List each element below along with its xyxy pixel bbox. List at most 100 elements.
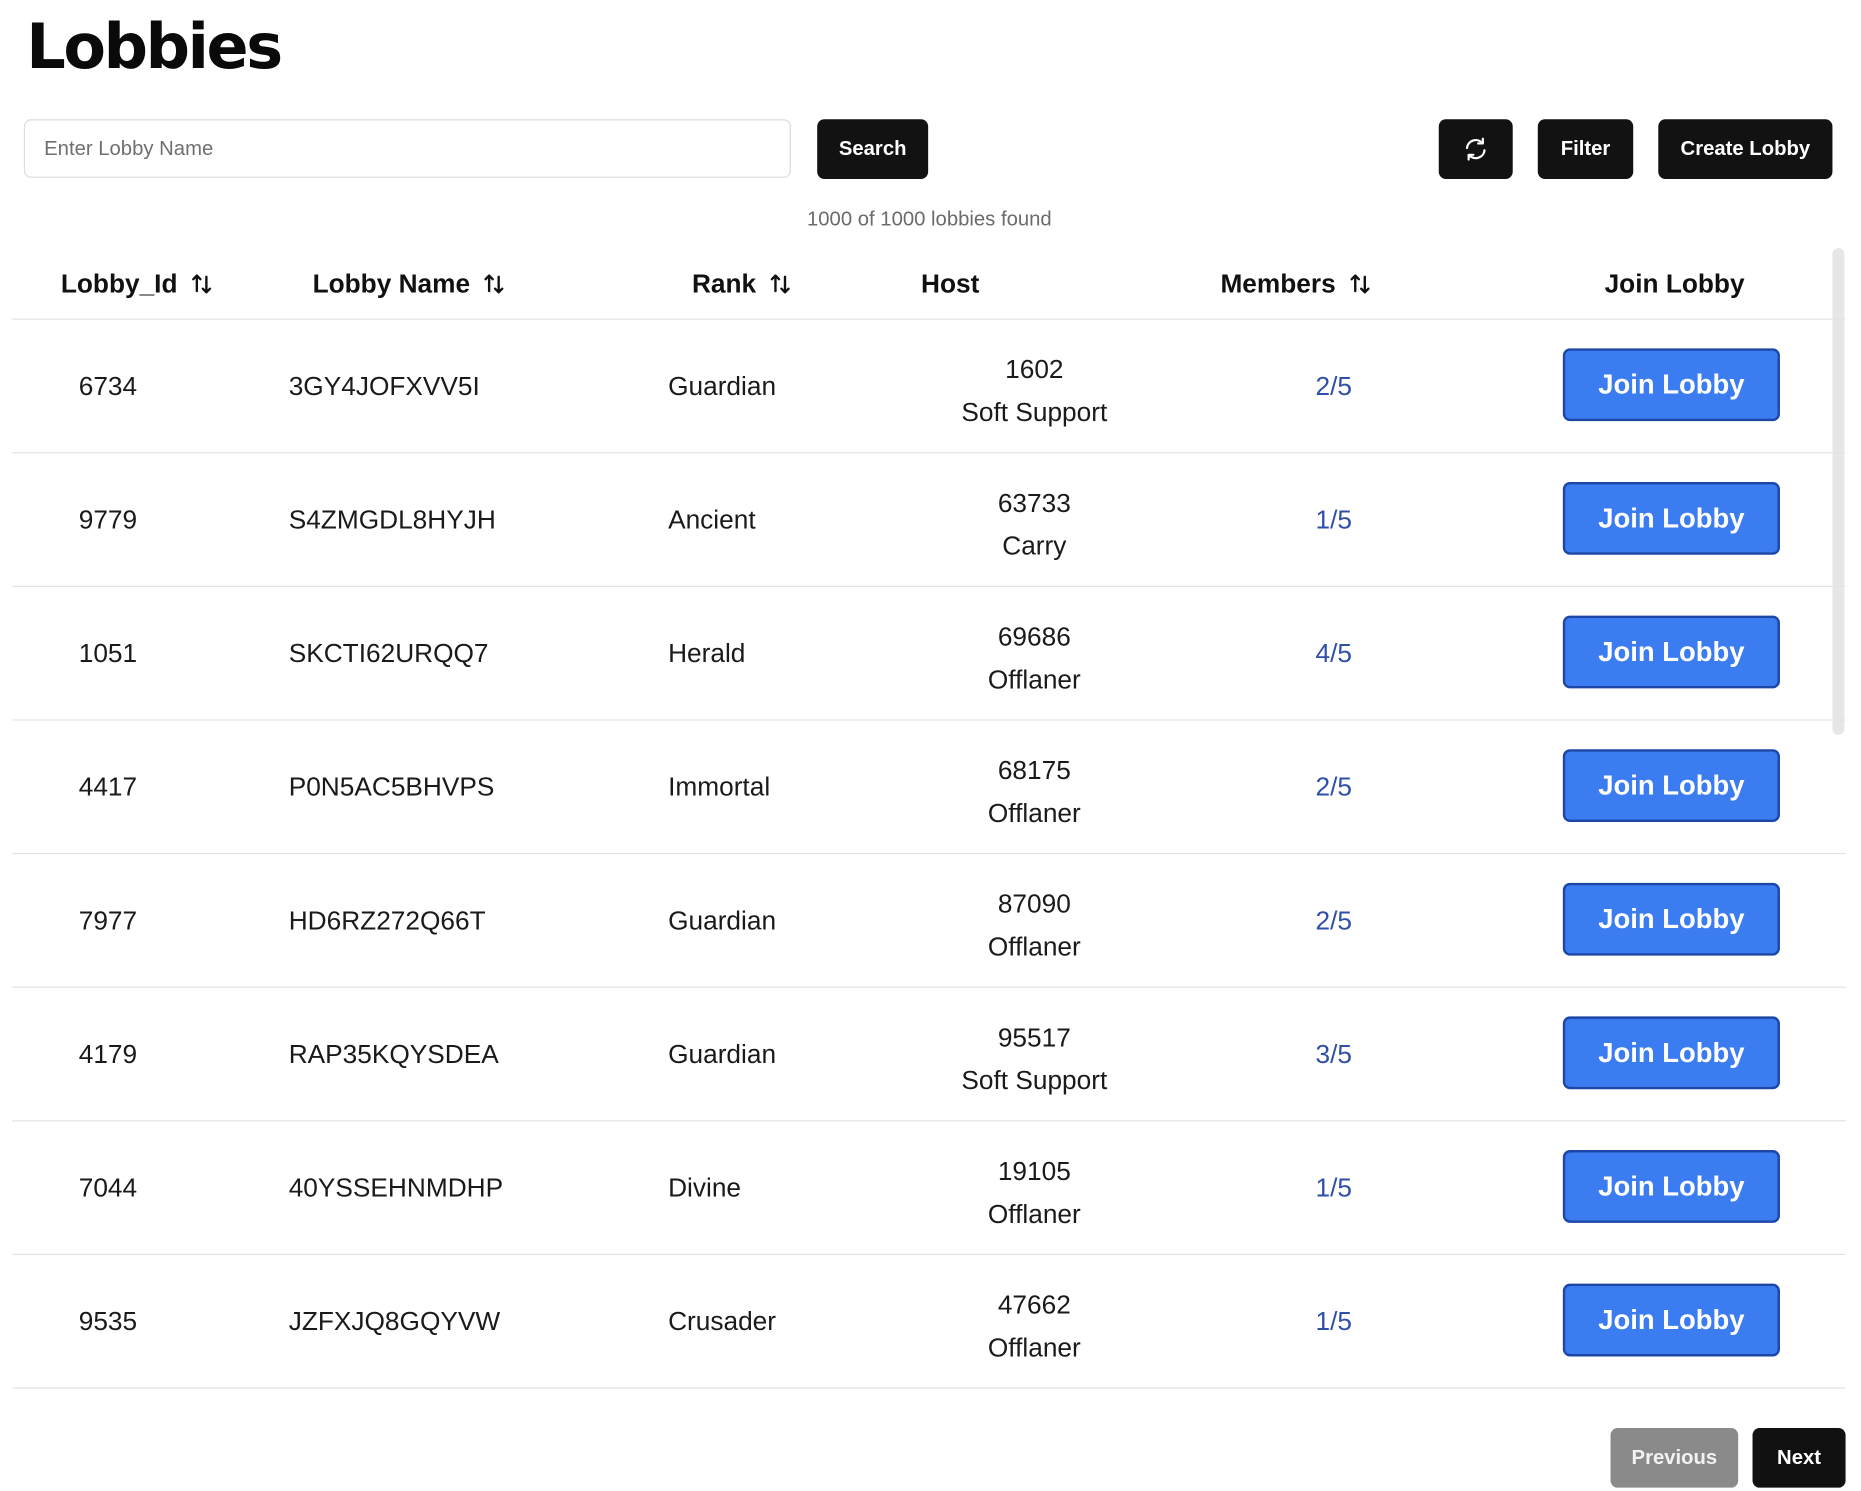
host-role: Carry — [1002, 530, 1067, 561]
lobby-members: 2/5 — [1315, 371, 1353, 401]
host-id: 68175 — [997, 755, 1071, 785]
lobby-id: 9535 — [78, 1306, 138, 1337]
search-button[interactable]: Search — [817, 119, 929, 179]
table-header: Lobby_Id Lobby Name Rank Host Members Jo… — [11, 248, 1846, 320]
host-id: 19105 — [997, 1156, 1071, 1186]
lobby-rank: Guardian — [668, 371, 777, 401]
next-page-button[interactable]: Next — [1752, 1428, 1846, 1488]
join-lobby-button[interactable]: Join Lobby — [1562, 1283, 1780, 1357]
lobby-members: 2/5 — [1315, 905, 1353, 936]
lobby-id: 1051 — [78, 638, 138, 669]
lobbies-table: Lobby_Id Lobby Name Rank Host Members Jo… — [11, 248, 1846, 1389]
join-lobby-button[interactable]: Join Lobby — [1562, 1150, 1780, 1223]
table-row: 6734 3GY4JOFXVV5I Guardian 1602 Soft Sup… — [11, 320, 1846, 454]
lobby-id: 7977 — [78, 905, 138, 936]
lobby-host: 1602 Soft Support — [915, 348, 1154, 434]
filter-button[interactable]: Filter — [1537, 119, 1634, 179]
table-row: 9535 JZFXJQ8GQYVW Crusader 47662 Offlane… — [11, 1255, 1846, 1389]
lobby-host: 63733 Carry — [915, 482, 1154, 568]
lobby-host: 19105 Offlaner — [915, 1150, 1154, 1236]
host-role: Soft Support — [961, 397, 1108, 428]
lobby-host: 47662 Offlaner — [915, 1284, 1154, 1370]
host-id: 87090 — [997, 888, 1071, 919]
lobby-id: 6734 — [78, 371, 138, 401]
table-row: 7044 40YSSEHNMDHP Divine 19105 Offlaner … — [11, 1121, 1846, 1256]
lobby-members: 3/5 — [1315, 1039, 1353, 1069]
lobby-rank: Ancient — [668, 504, 756, 535]
host-role: Offlaner — [987, 798, 1081, 828]
lobby-name: HD6RZ272Q66T — [288, 905, 486, 936]
lobby-rank: Immortal — [668, 771, 771, 802]
host-role: Offlaner — [987, 1198, 1081, 1229]
page-title: Lobbies — [26, 11, 283, 84]
lobbies-page: Lobbies Search Filter Create Lobby 1000 … — [0, 0, 1861, 1488]
sort-arrows-icon[interactable] — [768, 272, 792, 296]
join-lobby-button[interactable]: Join Lobby — [1562, 749, 1780, 822]
lobby-id: 4179 — [78, 1039, 138, 1069]
previous-page-button[interactable]: Previous — [1610, 1428, 1739, 1488]
join-lobby-button[interactable]: Join Lobby — [1562, 882, 1780, 956]
lobby-name: 40YSSEHNMDHP — [288, 1172, 504, 1203]
join-lobby-button[interactable]: Join Lobby — [1562, 348, 1780, 422]
column-header-label: Host — [920, 268, 980, 299]
lobby-rank: Crusader — [668, 1306, 777, 1337]
lobby-members: 2/5 — [1315, 771, 1353, 802]
table-row: 9779 S4ZMGDL8HYJH Ancient 63733 Carry 1/… — [11, 453, 1846, 587]
table-row: 1051 SKCTI62URQQ7 Herald 69686 Offlaner … — [11, 587, 1846, 721]
table-row: 7977 HD6RZ272Q66T Guardian 87090 Offlane… — [11, 854, 1846, 988]
column-header-label: Lobby Name — [312, 268, 471, 299]
host-role: Offlaner — [987, 1332, 1081, 1363]
join-lobby-button[interactable]: Join Lobby — [1562, 1016, 1780, 1090]
lobby-name: RAP35KQYSDEA — [288, 1039, 499, 1069]
column-header-rank[interactable]: Rank — [692, 268, 792, 299]
lobby-name: P0N5AC5BHVPS — [288, 771, 495, 802]
host-id: 95517 — [997, 1022, 1071, 1053]
lobby-rank: Guardian — [668, 905, 777, 936]
lobby-id: 9779 — [78, 504, 138, 535]
column-header-host: Host — [921, 268, 979, 299]
lobby-name: 3GY4JOFXVV5I — [288, 371, 480, 401]
lobby-name: S4ZMGDL8HYJH — [288, 504, 496, 535]
join-lobby-button[interactable]: Join Lobby — [1562, 481, 1780, 555]
lobby-rank: Herald — [668, 638, 746, 669]
lobby-host: 69686 Offlaner — [915, 616, 1154, 702]
lobby-members: 1/5 — [1315, 1306, 1353, 1337]
column-header-members[interactable]: Members — [1220, 268, 1371, 299]
lobby-name: JZFXJQ8GQYVW — [288, 1306, 501, 1337]
table-row: 4179 RAP35KQYSDEA Guardian 95517 Soft Su… — [11, 988, 1846, 1122]
lobby-rank: Divine — [668, 1172, 742, 1203]
column-header-lobby-name[interactable]: Lobby Name — [313, 268, 506, 299]
refresh-icon — [1463, 136, 1489, 162]
create-lobby-button[interactable]: Create Lobby — [1658, 119, 1833, 179]
lobby-host: 95517 Soft Support — [915, 1016, 1154, 1102]
host-role: Offlaner — [987, 664, 1081, 695]
lobby-host: 68175 Offlaner — [915, 749, 1154, 835]
lobby-name: SKCTI62URQQ7 — [288, 638, 489, 669]
column-header-join-lobby: Join Lobby — [1605, 268, 1745, 299]
lobby-members: 1/5 — [1315, 504, 1353, 535]
column-header-label: Rank — [691, 268, 757, 299]
lobby-id: 7044 — [78, 1172, 138, 1203]
join-lobby-button[interactable]: Join Lobby — [1562, 615, 1780, 689]
column-header-label: Join Lobby — [1604, 268, 1745, 299]
host-id: 1602 — [1005, 354, 1064, 385]
column-header-label: Members — [1220, 268, 1336, 299]
sort-arrows-icon[interactable] — [1348, 272, 1372, 296]
lobby-members: 1/5 — [1315, 1172, 1353, 1203]
lobby-members: 4/5 — [1315, 638, 1353, 669]
host-role: Soft Support — [961, 1065, 1108, 1096]
lobby-rank: Guardian — [668, 1039, 777, 1069]
host-id: 69686 — [997, 621, 1071, 652]
table-row: 4417 P0N5AC5BHVPS Immortal 68175 Offlane… — [11, 721, 1846, 855]
column-header-label: Lobby_Id — [60, 268, 178, 299]
host-id: 47662 — [997, 1289, 1071, 1320]
sort-arrows-icon[interactable] — [189, 272, 213, 296]
lobby-id: 4417 — [78, 771, 138, 802]
host-id: 63733 — [997, 487, 1071, 518]
lobby-search-input[interactable] — [23, 119, 791, 178]
host-role: Offlaner — [987, 931, 1081, 962]
lobby-host: 87090 Offlaner — [915, 883, 1154, 969]
column-header-lobby-id[interactable]: Lobby_Id — [61, 268, 213, 299]
sort-arrows-icon[interactable] — [482, 272, 506, 296]
refresh-button[interactable] — [1438, 119, 1513, 179]
